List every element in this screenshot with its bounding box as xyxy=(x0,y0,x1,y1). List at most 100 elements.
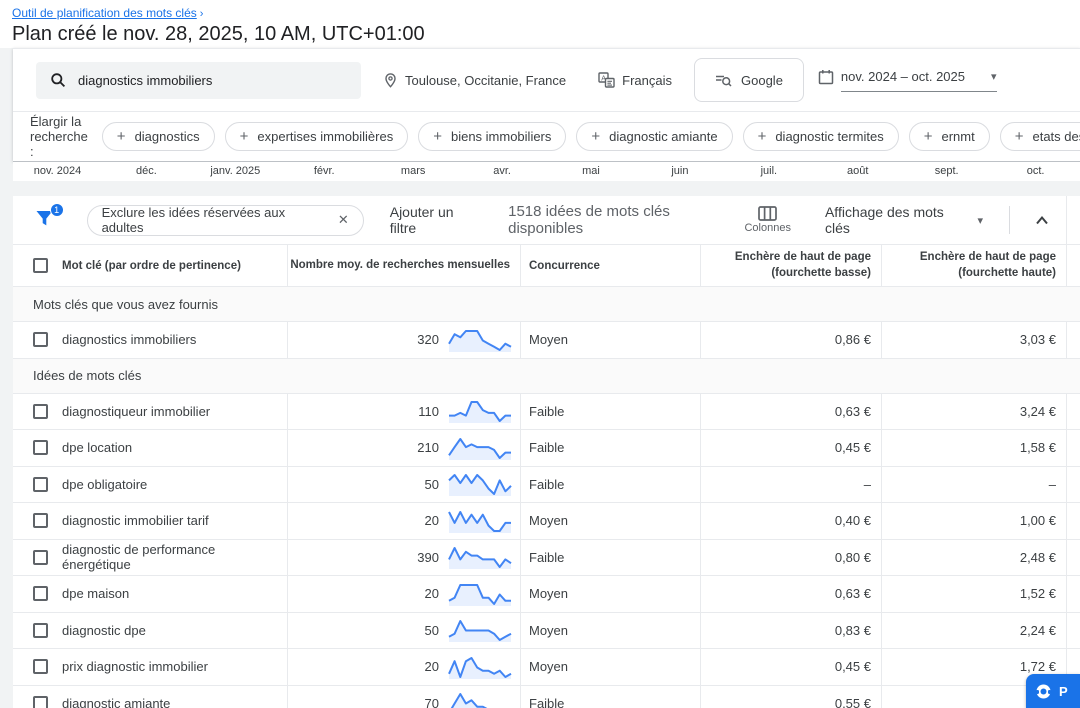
row-checkbox[interactable] xyxy=(33,513,48,528)
broaden-chip-label: expertises immobilières xyxy=(257,129,393,144)
trend-sparkline xyxy=(447,435,513,461)
month-label: avr. xyxy=(458,162,547,181)
table-row: diagnostic immobilier tarif20Moyen0,40 €… xyxy=(13,503,1080,540)
page-title: Plan créé le nov. 28, 2025, 10 AM, UTC+0… xyxy=(12,23,1080,46)
volume-value: 70 xyxy=(425,696,439,708)
table-row: diagnostiqueur immobilier110Faible0,63 €… xyxy=(13,394,1080,431)
keyword-cell: prix diagnostic immobilier xyxy=(60,649,287,685)
keyword-cell: diagnostic amiante xyxy=(60,686,287,708)
month-label: sept. xyxy=(902,162,991,181)
plus-icon: + xyxy=(240,128,249,145)
network-selector[interactable]: Google xyxy=(694,58,804,102)
volume-cell: 50 xyxy=(287,613,520,649)
volume-cell: 20 xyxy=(287,576,520,612)
broaden-chip[interactable]: + diagnostics xyxy=(102,122,215,151)
bid-high-cell: 2,48 € xyxy=(881,540,1066,576)
header-volume[interactable]: Nombre moy. de recherches mensuelles xyxy=(287,245,520,286)
date-range-selector[interactable]: nov. 2024 – oct. 2025 ▾ xyxy=(818,69,997,92)
broaden-chip-label: diagnostics xyxy=(135,129,200,144)
bid-high-cell: 1,58 € xyxy=(881,430,1066,466)
month-label: nov. 2024 xyxy=(13,162,102,181)
chat-button-label: P xyxy=(1059,684,1068,699)
month-label: févr. xyxy=(280,162,369,181)
month-label: juin xyxy=(635,162,724,181)
keyword-cell: dpe maison xyxy=(60,576,287,612)
header-competition[interactable]: Concurrence xyxy=(520,245,700,286)
search-network-icon xyxy=(715,73,732,88)
active-filter-chip[interactable]: Exclure les idées réservées aux adultes … xyxy=(87,205,364,236)
keyword-cell: dpe obligatoire xyxy=(60,467,287,503)
bid-low-cell: 0,40 € xyxy=(700,503,881,539)
translate-icon: A xyxy=(598,72,615,88)
keyword-cell: diagnostics immobiliers xyxy=(60,322,287,358)
chat-assistant-button[interactable]: P xyxy=(1026,674,1080,708)
close-icon[interactable]: ✕ xyxy=(338,212,349,228)
volume-cell: 20 xyxy=(287,503,520,539)
trend-sparkline xyxy=(447,654,513,680)
row-checkbox[interactable] xyxy=(33,332,48,347)
plus-icon: + xyxy=(117,128,126,145)
volume-value: 320 xyxy=(417,332,439,347)
keyword-view-dropdown[interactable]: Affichage des mots clés ▾ xyxy=(825,204,983,236)
columns-label: Colonnes xyxy=(744,222,790,234)
header-bid-high[interactable]: Enchère de haut de page(fourchette haute… xyxy=(881,245,1066,286)
add-filter-button[interactable]: Ajouter un filtre xyxy=(390,204,482,236)
trend-sparkline xyxy=(447,398,513,424)
broaden-chip[interactable]: + expertises immobilières xyxy=(225,122,409,151)
broaden-search-row: Élargir la recherche : +diagnostics+expe… xyxy=(13,112,1080,161)
row-checkbox[interactable] xyxy=(33,550,48,565)
row-checkbox[interactable] xyxy=(33,586,48,601)
chart-month-axis: nov. 2024déc.janv. 2025févr.marsavr.maij… xyxy=(13,161,1080,181)
table-row: prix diagnostic immobilier20Moyen0,45 €1… xyxy=(13,649,1080,686)
collapse-panel-button[interactable] xyxy=(1034,214,1050,227)
competition-cell: Moyen xyxy=(520,322,700,358)
volume-value: 20 xyxy=(425,586,439,601)
results-count: 1518 idées de mots clés disponibles xyxy=(508,203,744,237)
competition-cell: Moyen xyxy=(520,503,700,539)
select-all-checkbox[interactable] xyxy=(33,258,48,273)
keyword-search-input[interactable]: diagnostics immobiliers xyxy=(36,62,361,99)
broaden-chip[interactable]: +etats des lieux xyxy=(1000,122,1080,151)
chevron-down-icon: ▾ xyxy=(978,214,984,227)
month-label: mai xyxy=(547,162,636,181)
language-value: Français xyxy=(622,73,672,88)
month-label: août xyxy=(813,162,902,181)
broaden-chip[interactable]: +diagnostic termites xyxy=(743,122,899,151)
location-value: Toulouse, Occitanie, France xyxy=(405,73,566,88)
volume-value: 20 xyxy=(425,513,439,528)
header-keyword[interactable]: Mot clé (par ordre de pertinence) xyxy=(60,245,287,286)
section-gap xyxy=(0,181,1080,196)
breadcrumb-link[interactable]: Outil de planification des mots clés xyxy=(12,6,197,20)
volume-value: 50 xyxy=(425,623,439,638)
section-header: Mots clés que vous avez fournis xyxy=(13,287,1080,322)
volume-cell: 390 xyxy=(287,540,520,576)
volume-value: 50 xyxy=(425,477,439,492)
competition-cell: Faible xyxy=(520,467,700,503)
volume-value: 20 xyxy=(425,659,439,674)
divider xyxy=(1066,196,1067,245)
row-checkbox[interactable] xyxy=(33,623,48,638)
plus-icon: + xyxy=(1015,128,1024,145)
row-checkbox[interactable] xyxy=(33,440,48,455)
bid-low-cell: 0,86 € xyxy=(700,322,881,358)
broaden-chip[interactable]: +diagnostic amiante xyxy=(576,122,732,151)
broaden-chip[interactable]: +ernmt xyxy=(909,122,990,151)
breadcrumb-chevron-icon: › xyxy=(200,8,204,20)
broaden-chip[interactable]: +biens immobiliers xyxy=(418,122,566,151)
table-row: diagnostic dpe50Moyen0,83 €2,24 € xyxy=(13,613,1080,650)
row-checkbox[interactable] xyxy=(33,696,48,708)
header-bid-low[interactable]: Enchère de haut de page(fourchette basse… xyxy=(700,245,881,286)
columns-button[interactable]: Colonnes xyxy=(744,206,790,234)
volume-cell: 320 xyxy=(287,322,520,358)
bid-high-cell: 1,52 € xyxy=(881,576,1066,612)
volume-cell: 50 xyxy=(287,467,520,503)
location-selector[interactable]: Toulouse, Occitanie, France xyxy=(383,72,566,89)
table-row: dpe obligatoire50Faible–– xyxy=(13,467,1080,504)
filters-button[interactable]: 1 xyxy=(35,210,57,230)
language-selector[interactable]: A Français xyxy=(598,72,672,88)
row-checkbox[interactable] xyxy=(33,659,48,674)
row-checkbox[interactable] xyxy=(33,477,48,492)
row-checkbox[interactable] xyxy=(33,404,48,419)
volume-cell: 110 xyxy=(287,394,520,430)
broaden-chip-label: biens immobiliers xyxy=(451,129,551,144)
